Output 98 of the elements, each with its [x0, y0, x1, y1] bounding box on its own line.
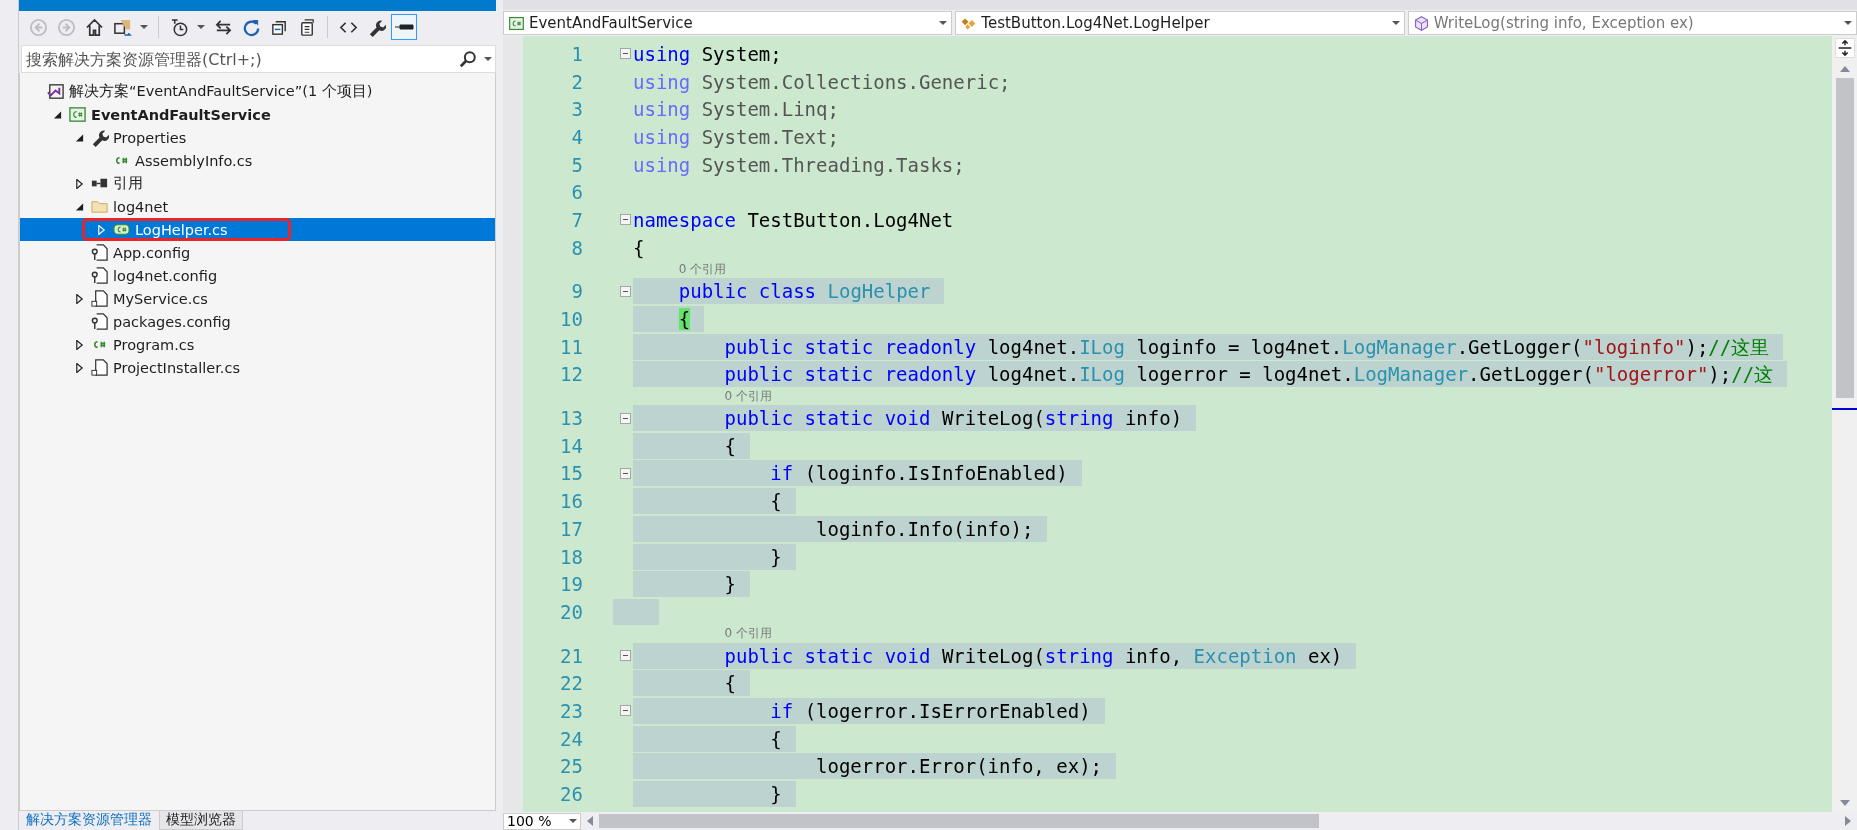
collapse-icon[interactable]	[620, 285, 631, 297]
panel-tab[interactable]: 模型浏览器	[159, 810, 243, 830]
line-number: 26	[559, 783, 583, 806]
code-line: using System.Text;	[633, 124, 839, 150]
line-number: 12	[559, 363, 583, 386]
line-number: 9	[570, 280, 583, 303]
home-icon	[84, 17, 104, 37]
solution-icon	[46, 82, 65, 101]
collapse-icon[interactable]	[620, 48, 631, 60]
tree-item[interactable]: ProjectInstaller.cs	[20, 356, 495, 379]
code-line: using System.Linq;	[633, 97, 839, 123]
config-file-icon	[90, 266, 109, 285]
tree-item[interactable]: MyService.cs	[20, 287, 495, 310]
dropdown-caret-icon[interactable]	[140, 25, 148, 29]
line-number: 3	[570, 98, 583, 121]
line-number: 18	[559, 545, 583, 568]
line-number: 25	[559, 755, 583, 778]
panel-tab[interactable]: 解决方案资源管理器	[19, 810, 159, 830]
tree-item[interactable]: Properties	[20, 126, 495, 149]
tree-item[interactable]: AssemblyInfo.cs	[20, 149, 495, 172]
collapse-icon[interactable]	[620, 650, 631, 662]
navigation-dropdown[interactable]: TestButton.Log4Net.LogHelper	[955, 11, 1405, 35]
tree-item[interactable]: EventAndFaultService	[20, 103, 495, 126]
code-line: {	[633, 235, 645, 261]
scroll-thumb[interactable]	[599, 814, 1319, 828]
tree-item[interactable]: 引用	[20, 172, 495, 195]
line-number: 14	[559, 434, 583, 457]
line-number: 23	[559, 699, 583, 722]
collapsed-arrow-icon[interactable]	[74, 178, 84, 189]
tree-item[interactable]: 解决方案“EventAndFaultService”(1 个项目)	[20, 80, 495, 103]
code-file-icon	[90, 358, 109, 377]
scroll-down-icon[interactable]	[1839, 800, 1850, 806]
line-number: 20	[559, 600, 583, 623]
code-line: using System.Threading.Tasks;	[633, 152, 965, 178]
collapsed-arrow-icon[interactable]	[74, 339, 84, 350]
line-number: 16	[559, 490, 583, 513]
caret-icon	[569, 819, 577, 823]
scroll-right-icon[interactable]	[1845, 816, 1851, 826]
caret-marker	[1832, 408, 1857, 410]
tree-item[interactable]: log4net.config	[20, 264, 495, 287]
toolbar-button[interactable]	[391, 14, 417, 40]
collapse-icon[interactable]	[620, 467, 631, 479]
navigation-dropdown[interactable]: EventAndFaultService	[503, 11, 953, 35]
clock-icon	[169, 17, 189, 37]
code-line: using System;	[633, 41, 782, 67]
tree-item[interactable]: Program.cs	[20, 333, 495, 356]
caret-icon	[1844, 21, 1852, 25]
line-number: 19	[559, 573, 583, 596]
collapse-icon[interactable]	[620, 705, 631, 717]
expanded-arrow-icon[interactable]	[52, 109, 62, 120]
line-number: 10	[559, 308, 583, 331]
line-number: 8	[570, 236, 583, 259]
scroll-thumb[interactable]	[1835, 78, 1854, 398]
line-number: 2	[570, 70, 583, 93]
back-icon	[28, 17, 48, 37]
line-number: 24	[559, 727, 583, 750]
zoom-dropdown[interactable]: 100 %	[503, 812, 581, 830]
line-number: 7	[570, 208, 583, 231]
caret-icon	[939, 21, 948, 25]
dropdown-caret-icon[interactable]	[197, 25, 205, 29]
refresh-icon	[241, 17, 261, 37]
tree-item[interactable]: packages.config	[20, 310, 495, 333]
line-number: 5	[570, 153, 583, 176]
collapse-icon[interactable]	[620, 412, 631, 424]
line-number: 11	[559, 335, 583, 358]
line-number: 6	[570, 181, 583, 204]
expanded-arrow-icon[interactable]	[74, 132, 84, 143]
tree-item[interactable]: log4net	[20, 195, 495, 218]
line-number: 4	[570, 125, 583, 148]
collapse-icon[interactable]	[620, 214, 631, 226]
line-number: 22	[559, 672, 583, 695]
expanded-arrow-icon[interactable]	[74, 201, 84, 212]
code-line: using System.Collections.Generic;	[633, 69, 1011, 95]
line-number: 21	[559, 644, 583, 667]
collapsed-arrow-icon[interactable]	[74, 293, 84, 304]
line-number: 13	[559, 407, 583, 430]
code-line: namespace TestButton.Log4Net	[633, 207, 954, 233]
csharp-project-icon	[508, 14, 525, 32]
folder-swap-icon	[112, 17, 132, 37]
line-number: 1	[570, 42, 583, 65]
forward-icon	[56, 17, 76, 37]
collapsed-arrow-icon[interactable]	[74, 362, 84, 373]
tree-item[interactable]: LogHelper.cs	[20, 218, 495, 241]
config-file-icon	[90, 243, 109, 262]
config-file-icon	[90, 312, 109, 331]
line-number: 17	[559, 517, 583, 540]
tree-item[interactable]: App.config	[20, 241, 495, 264]
cube-icon	[1412, 14, 1430, 32]
wrench-icon	[90, 128, 109, 147]
scroll-left-icon[interactable]	[587, 816, 593, 826]
scroll-up-icon[interactable]	[1839, 66, 1850, 72]
split-icon[interactable]	[1834, 38, 1855, 58]
navigation-dropdown[interactable]: WriteLog(string info, Exception ex)	[1407, 11, 1857, 35]
code-file-icon	[90, 289, 109, 308]
csharp-project-icon	[68, 105, 87, 124]
line-number: 15	[559, 462, 583, 485]
preview-icon	[394, 24, 414, 30]
caret-icon	[1391, 21, 1400, 25]
